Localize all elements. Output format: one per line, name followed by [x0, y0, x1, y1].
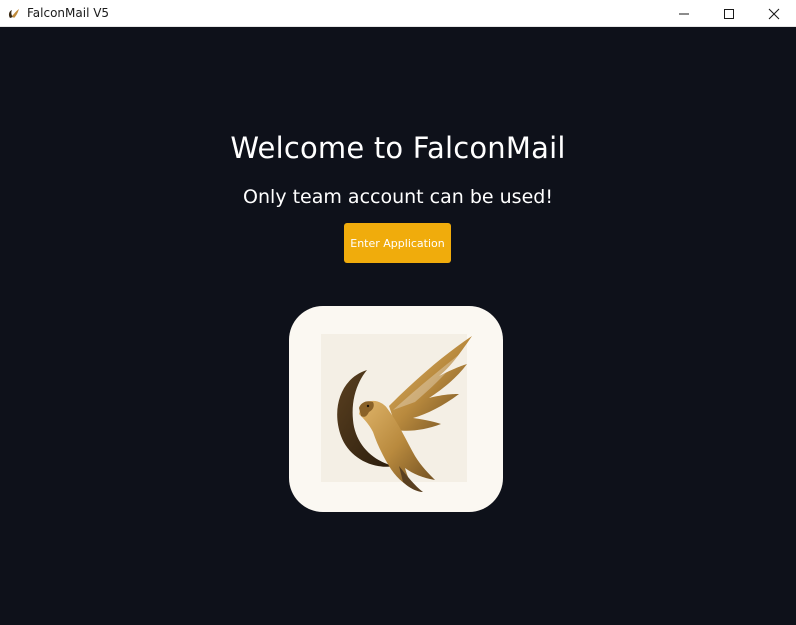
main-content: Welcome to FalconMail Only team account …: [0, 27, 796, 625]
falcon-logo-icon: [337, 336, 472, 492]
close-button[interactable]: [751, 0, 796, 27]
window-title: FalconMail V5: [27, 6, 110, 20]
logo-card: [289, 306, 503, 512]
app-window: FalconMail V5 Welcome to FalconMail Only…: [0, 0, 796, 625]
app-icon: [7, 6, 21, 20]
welcome-heading: Welcome to FalconMail: [230, 131, 566, 165]
minimize-icon: [678, 13, 689, 14]
close-icon: [768, 8, 779, 19]
enter-application-button[interactable]: Enter Application: [344, 223, 451, 263]
window-controls: [661, 0, 796, 27]
minimize-button[interactable]: [661, 0, 706, 27]
maximize-button[interactable]: [706, 0, 751, 27]
maximize-icon: [723, 8, 734, 19]
team-account-notice: Only team account can be used!: [243, 186, 553, 208]
title-bar[interactable]: FalconMail V5: [0, 0, 796, 27]
